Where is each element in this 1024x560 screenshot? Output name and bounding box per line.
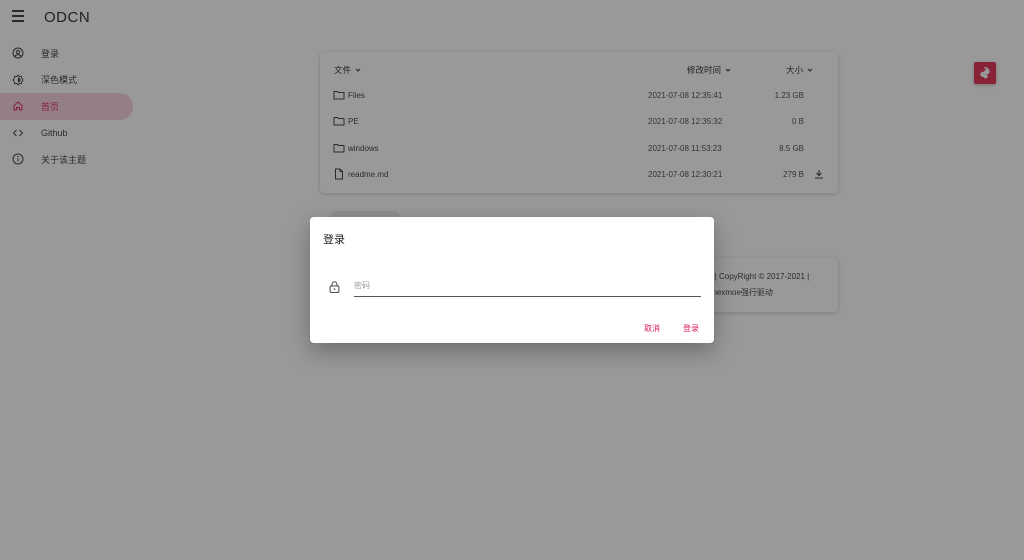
- login-dialog: 登录 取消 登录: [310, 217, 714, 343]
- lock-icon: [329, 281, 340, 293]
- login-button[interactable]: 登录: [683, 323, 699, 334]
- dialog-title: 登录: [323, 234, 345, 246]
- cancel-button[interactable]: 取消: [644, 323, 660, 334]
- password-input[interactable]: [354, 277, 701, 297]
- app-root: ODCN 登录 深色模式 首页 Github 关于该主题 文件 修改时间 大小 …: [0, 0, 1024, 560]
